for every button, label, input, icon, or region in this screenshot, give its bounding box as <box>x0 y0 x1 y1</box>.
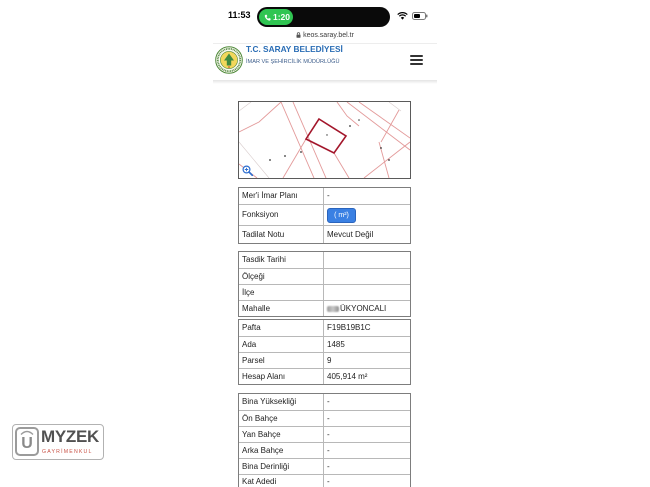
tasdik-tarihi-label: Tasdik Tarihi <box>239 252 324 268</box>
mahalle-value: ÜKYONCALI <box>340 303 387 313</box>
pafta-label: Pafta <box>239 320 324 336</box>
fonksiyon-label: Fonksiyon <box>239 205 324 225</box>
mahalle-value-cell: ÜKYONCALI <box>324 301 410 316</box>
building-info-table: Bina Yüksekliği - Ön Bahçe - Yan Bahçe -… <box>238 393 411 487</box>
fonksiyon-value: ( m²) <box>324 205 410 225</box>
arka-bahce-value: - <box>327 445 330 455</box>
active-call-indicator[interactable]: 1:20 <box>259 9 293 25</box>
lock-icon <box>296 32 301 38</box>
kat-adedi-value: - <box>327 477 330 486</box>
table-row: Parsel 9 <box>239 352 410 368</box>
header-divider <box>213 80 437 84</box>
site-subtitle: İMAR VE ŞEHİRCİLİK MÜDÜRLÜĞÜ <box>246 59 340 65</box>
watermark-badge: U <box>15 427 39 456</box>
phone-icon <box>264 14 271 21</box>
parcel-info-table: Pafta F19B19B1C Ada 1485 Parsel 9 Hesap … <box>238 319 411 385</box>
hesap-alani-value: 405,914 m² <box>327 371 368 381</box>
selected-parcel[interactable] <box>304 117 348 155</box>
ilce-label: İlçe <box>239 285 324 300</box>
ada-value: 1485 <box>327 339 345 349</box>
arka-bahce-label: Arka Bahçe <box>239 443 324 458</box>
battery-icon <box>412 12 428 20</box>
address-bar[interactable]: keos.saray.bel.tr <box>213 29 437 41</box>
table-row: Mer'i İmar Planı - <box>239 188 410 204</box>
tasdik-tarihi-value <box>324 252 410 268</box>
parcel-map-canvas[interactable] <box>239 102 410 178</box>
pafta-value: F19B19B1C <box>327 323 371 332</box>
table-row: Pafta F19B19B1C <box>239 320 410 336</box>
menu-bar <box>410 63 423 65</box>
table-row: Hesap Alanı 405,914 m² <box>239 368 410 384</box>
table-row: Bina Yüksekliği - <box>239 394 410 410</box>
yan-bahce-label: Yan Bahçe <box>239 427 324 442</box>
watermark-brand: MYZEK <box>41 427 100 446</box>
watermark-initial: U <box>21 435 33 452</box>
map-grid-lines <box>239 102 402 178</box>
zoom-in-icon[interactable] <box>242 165 253 176</box>
table-row: Yan Bahçe - <box>239 426 410 442</box>
call-timer: 1:20 <box>273 12 291 22</box>
watermark-logo: U MYZEK GAYRİMENKUL <box>12 424 104 460</box>
yan-bahce-value: - <box>327 429 330 439</box>
status-time: 11:53 <box>228 10 251 20</box>
meri-imar-plani-label: Mer'i İmar Planı <box>239 188 324 204</box>
bina-derinligi-label: Bina Derinliği <box>239 459 324 474</box>
municipality-seal-logo[interactable] <box>215 46 243 74</box>
parsel-label: Parsel <box>239 353 324 368</box>
table-row: Ön Bahçe - <box>239 410 410 426</box>
table-row: Mahalle ÜKYONCALI <box>239 300 410 316</box>
olcegi-value <box>324 269 410 284</box>
dynamic-island-call-pill[interactable]: 1:20 <box>257 7 390 27</box>
table-row: Kat Adedi - <box>239 474 410 487</box>
table-row: Arka Bahçe - <box>239 442 410 458</box>
on-bahce-label: Ön Bahçe <box>239 411 324 426</box>
tadilat-notu-value: Mevcut Değil <box>327 229 374 239</box>
table-row: Bina Derinliği - <box>239 458 410 474</box>
wifi-icon <box>397 12 408 20</box>
bina-yuksekligi-value: - <box>327 397 330 406</box>
meri-imar-plani-value: - <box>327 191 330 200</box>
on-bahce-value: - <box>327 413 330 423</box>
olcegi-label: Ölçeği <box>239 269 324 284</box>
menu-bar <box>410 55 423 57</box>
blurred-text <box>327 305 339 312</box>
table-row: Tadilat Notu Mevcut Değil <box>239 225 410 243</box>
hamburger-menu-icon[interactable] <box>410 55 423 65</box>
menu-bar <box>410 59 423 61</box>
table-row: İlçe <box>239 284 410 300</box>
phone-screen: 11:53 1:20 keos.saray.bel.tr T.C. SARAY … <box>213 0 437 487</box>
ada-label: Ada <box>239 337 324 352</box>
table-row: Ada 1485 <box>239 336 410 352</box>
watermark-tagline: GAYRİMENKUL <box>42 449 93 455</box>
url-text[interactable]: keos.saray.bel.tr <box>303 31 354 40</box>
kat-adedi-label: Kat Adedi <box>239 475 324 487</box>
hesap-alani-label: Hesap Alanı <box>239 369 324 384</box>
parsel-value: 9 <box>327 355 332 365</box>
table-row: Tasdik Tarihi <box>239 252 410 268</box>
site-title[interactable]: T.C. SARAY BELEDİYESİ <box>246 44 343 54</box>
bina-yuksekligi-label: Bina Yüksekliği <box>239 394 324 410</box>
ilce-value <box>324 285 410 300</box>
fonksiyon-button[interactable]: ( m²) <box>327 207 356 223</box>
mahalle-label: Mahalle <box>239 301 324 316</box>
approval-info-table: Tasdik Tarihi Ölçeği İlçe Mahalle ÜKYONC… <box>238 251 411 317</box>
bina-derinligi-value: - <box>327 461 330 471</box>
parcel-map[interactable] <box>238 101 411 179</box>
parcel-boundaries <box>239 102 410 178</box>
plan-info-table: Mer'i İmar Planı - Fonksiyon ( m²) Tadil… <box>238 187 411 244</box>
table-row: Ölçeği <box>239 268 410 284</box>
tadilat-notu-label: Tadilat Notu <box>239 226 324 243</box>
table-row: Fonksiyon ( m²) <box>239 204 410 225</box>
